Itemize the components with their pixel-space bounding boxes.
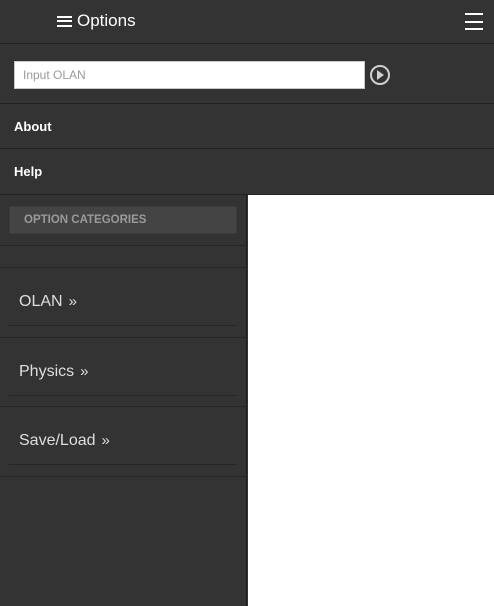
divider (0, 245, 247, 246)
divider (9, 325, 237, 326)
sidebar-item-olan[interactable]: OLAN » (19, 291, 77, 313)
chevron-right-icon: » (80, 363, 89, 380)
list-icon (57, 15, 72, 27)
divider (0, 337, 247, 338)
divider (0, 406, 247, 407)
page-title: Options (57, 10, 136, 32)
content-panel (248, 195, 494, 606)
sidebar-item-label: Physics (19, 363, 75, 380)
olan-input-row (0, 45, 494, 104)
page-title-text: Options (77, 11, 136, 30)
divider (0, 476, 247, 477)
sidebar-item-label: OLAN (19, 293, 63, 310)
olan-input[interactable] (14, 61, 365, 89)
chevron-right-icon: » (101, 432, 110, 449)
sidebar-item-save-load[interactable]: Save/Load » (19, 430, 110, 452)
option-categories-header: OPTION CATEGORIES (9, 206, 237, 234)
divider (0, 267, 247, 268)
menu-item-about[interactable]: About (0, 104, 494, 149)
menu-item-help[interactable]: Help (0, 149, 494, 195)
sidebar-item-label: Save/Load (19, 432, 96, 449)
sidebar: OPTION CATEGORIES OLAN » Physics » Save/Lo… (0, 195, 247, 606)
sidebar-item-physics[interactable]: Physics » (19, 361, 88, 383)
top-bar: Options (0, 0, 494, 44)
chevron-right-icon: » (68, 293, 77, 310)
divider (9, 464, 237, 465)
play-circle-icon[interactable] (370, 65, 390, 85)
hamburger-menu-icon[interactable] (465, 13, 483, 30)
divider (9, 395, 237, 396)
